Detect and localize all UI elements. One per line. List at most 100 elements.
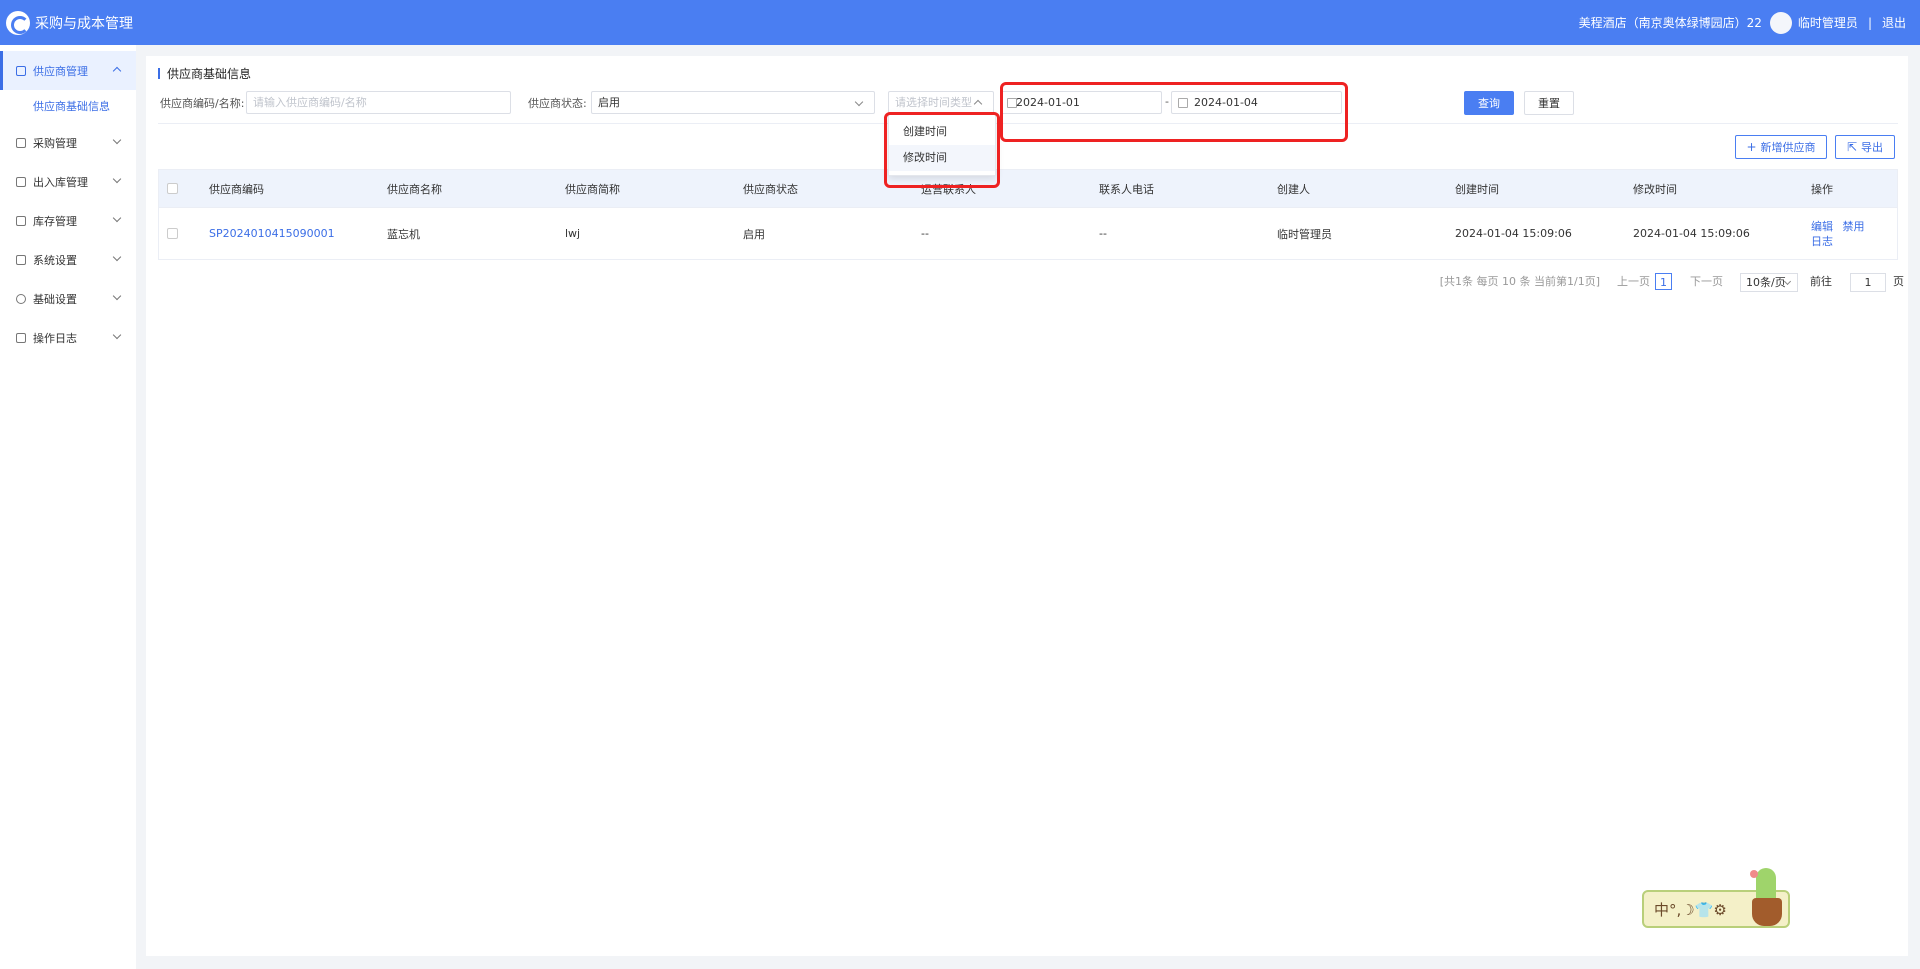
add-supplier-button[interactable]: + 新增供应商 [1735, 135, 1827, 159]
supplier-creator: 临时管理员 [1277, 227, 1332, 241]
date-start-input[interactable]: 2024-01-01 [1000, 91, 1162, 114]
log-link[interactable]: 日志 [1811, 234, 1833, 249]
supplier-created: 2024-01-04 15:09:06 [1455, 227, 1572, 240]
supplier-phone: -- [1099, 227, 1107, 240]
export-button[interactable]: ⇱ 导出 [1835, 135, 1895, 159]
sidebar-item-supplier[interactable]: 供应商管理 [0, 51, 136, 90]
sidebar-item-label: 库存管理 [33, 214, 77, 228]
chevron-down-icon [112, 291, 122, 301]
settings-icon [16, 293, 26, 304]
user-name[interactable]: 临时管理员 [1798, 14, 1858, 31]
supplier-modified: 2024-01-04 15:09:06 [1633, 227, 1750, 240]
code-filter-label: 供应商编码/名称: [160, 97, 245, 110]
col-actions: 操作 [1811, 182, 1833, 196]
sidebar-item-settings[interactable]: 基础设置 [0, 279, 136, 318]
sidebar-subitem-supplier-basic[interactable]: 供应商基础信息 [0, 90, 136, 123]
prev-page-button[interactable]: 上一页 [1617, 273, 1650, 291]
page-size-select[interactable]: 10条/页 [1740, 273, 1798, 292]
stock-io-icon [16, 176, 26, 187]
sidebar: 供应商管理 供应商基础信息 采购管理 出入库管理 库存管理 系统设置 基础设置 … [0, 45, 136, 969]
page-size-value: 10条/页 [1746, 276, 1786, 289]
col-phone: 联系人电话 [1099, 182, 1154, 196]
header-separator: | [1867, 15, 1872, 30]
status-filter-label: 供应商状态: [528, 97, 587, 110]
sidebar-item-label: 出入库管理 [33, 175, 88, 189]
system-icon [16, 254, 26, 265]
supplier-contact: -- [921, 227, 929, 240]
chevron-down-icon [112, 330, 122, 340]
ime-status-text: 中°,☽👕⚙ [1654, 900, 1727, 919]
chevron-down-icon [112, 174, 122, 184]
col-name: 供应商名称 [387, 182, 442, 196]
sidebar-item-label: 系统设置 [33, 253, 77, 267]
avatar[interactable] [1769, 11, 1792, 34]
main-content: 供应商基础信息 供应商编码/名称: 请输入供应商编码/名称 供应商状态: 启用 … [146, 56, 1908, 956]
status-select-value: 启用 [598, 96, 620, 109]
flower-icon [1750, 870, 1758, 878]
select-all-checkbox[interactable] [167, 170, 178, 207]
sidebar-item-label: 操作日志 [33, 331, 77, 345]
reset-button[interactable]: 重置 [1524, 91, 1574, 115]
dropdown-option-modified[interactable]: 修改时间 [889, 145, 995, 171]
sidebar-item-label: 采购管理 [33, 136, 77, 150]
sidebar-item-stock-io[interactable]: 出入库管理 [0, 162, 136, 201]
goto-page-input[interactable]: 1 [1850, 273, 1886, 292]
row-checkbox[interactable] [167, 208, 178, 259]
query-button[interactable]: 查询 [1464, 91, 1514, 115]
calendar-icon [1178, 98, 1188, 108]
supplier-code-link[interactable]: SP2024010415090001 [209, 208, 335, 259]
col-status: 供应商状态 [743, 182, 798, 196]
supplier-table: 供应商编码 供应商名称 供应商简称 供应商状态 运营联系人 联系人电话 创建人 … [158, 169, 1898, 260]
inventory-icon [16, 215, 26, 226]
sidebar-item-inventory[interactable]: 库存管理 [0, 201, 136, 240]
supplier-short: lwj [565, 227, 581, 240]
col-modified: 修改时间 [1633, 182, 1677, 196]
time-type-dropdown: 创建时间 修改时间 [888, 114, 996, 176]
date-start-value: 2024-01-01 [1016, 96, 1080, 109]
disable-link[interactable]: 禁用 [1843, 220, 1865, 233]
sidebar-item-system[interactable]: 系统设置 [0, 240, 136, 279]
app-logo[interactable]: 采购与成本管理 [6, 10, 133, 35]
store-name: 美程酒店（南京奥体绿博园店）22 [1578, 16, 1762, 30]
logo-icon [6, 10, 30, 35]
app-title: 采购与成本管理 [35, 15, 133, 32]
sidebar-item-label: 基础设置 [33, 292, 77, 306]
purchase-icon [16, 137, 26, 148]
chevron-down-icon [112, 252, 122, 262]
status-select[interactable]: 启用 [591, 91, 875, 114]
cactus-icon [1756, 868, 1776, 902]
date-end-value: 2024-01-04 [1194, 96, 1258, 109]
user-area: 美程酒店（南京奥体绿博园店）22 临时管理员 | 退出 [1579, 0, 1906, 45]
table-row: SP2024010415090001 蓝忘机 lwj 启用 -- -- 临时管理… [159, 207, 1897, 259]
col-created: 创建时间 [1455, 182, 1499, 196]
export-icon: ⇱ [1846, 140, 1858, 154]
time-type-placeholder: 请选择时间类型 [895, 96, 972, 109]
date-end-input[interactable]: 2024-01-04 [1171, 91, 1342, 114]
table-header: 供应商编码 供应商名称 供应商简称 供应商状态 运营联系人 联系人电话 创建人 … [159, 170, 1897, 207]
current-page[interactable]: 1 [1655, 273, 1672, 290]
add-supplier-label: 新增供应商 [1760, 141, 1816, 154]
filter-divider [158, 123, 1898, 124]
time-type-select[interactable]: 请选择时间类型 [888, 91, 994, 114]
edit-link[interactable]: 编辑 [1811, 220, 1833, 233]
plus-icon: + [1746, 140, 1757, 154]
supplier-status: 启用 [743, 227, 765, 241]
chevron-up-icon [112, 66, 122, 76]
supplier-name: 蓝忘机 [387, 227, 420, 241]
code-search-input[interactable]: 请输入供应商编码/名称 [246, 91, 511, 114]
sidebar-item-purchase[interactable]: 采购管理 [0, 123, 136, 162]
pagination-summary: [共1条 每页 10 条 当前第1/1页] [1439, 275, 1600, 288]
ime-widget[interactable]: 中°,☽👕⚙ [1642, 868, 1790, 930]
row-actions: 编辑 禁用 日志 [1811, 208, 1865, 259]
page-suffix: 页 [1893, 275, 1904, 288]
logout-link[interactable]: 退出 [1882, 14, 1906, 31]
chevron-down-icon [112, 213, 122, 223]
sidebar-item-log[interactable]: 操作日志 [0, 318, 136, 357]
supplier-icon [16, 65, 26, 76]
next-page-button[interactable]: 下一页 [1690, 273, 1723, 291]
pot-icon [1752, 898, 1782, 926]
goto-label: 前往 [1810, 275, 1832, 288]
col-creator: 创建人 [1277, 182, 1310, 196]
export-label: 导出 [1861, 141, 1884, 154]
dropdown-option-created[interactable]: 创建时间 [889, 119, 995, 145]
